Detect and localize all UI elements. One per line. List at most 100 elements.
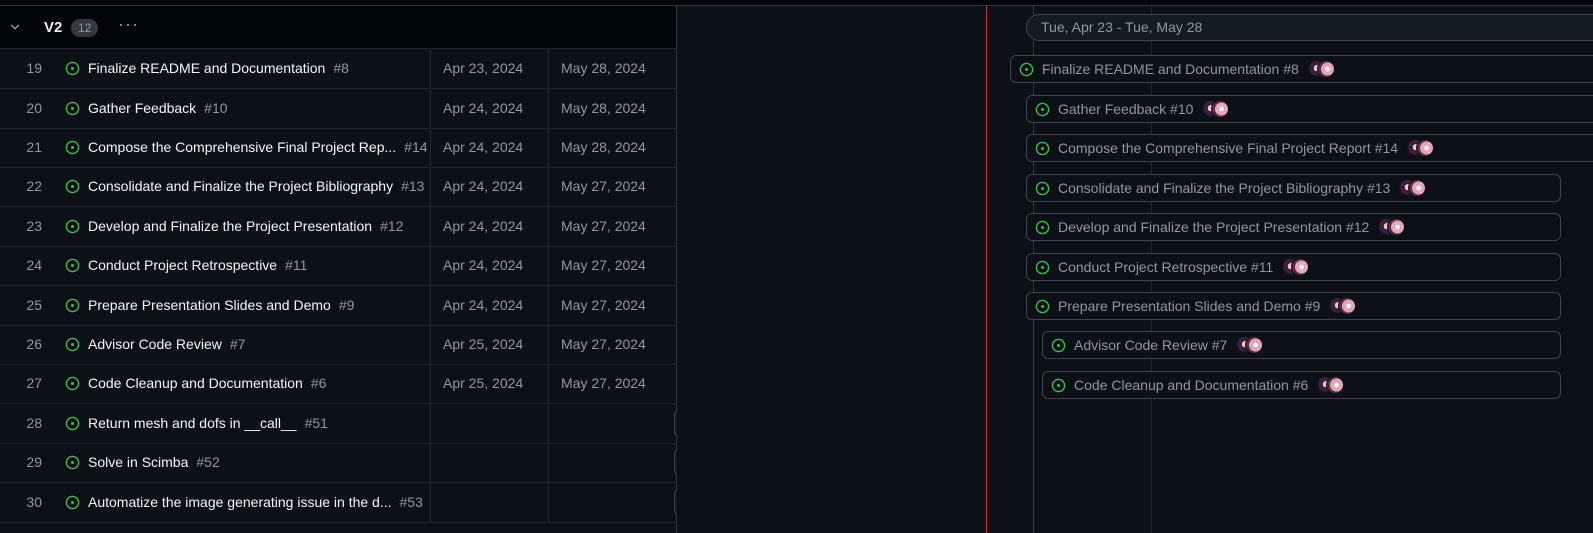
timeline-bar[interactable]: Conduct Project Retrospective #11 (1026, 253, 1561, 281)
table-row[interactable]: 24 Conduct Project Retrospective #11 Apr … (0, 246, 677, 286)
column-divider (548, 404, 549, 443)
chevron-down-icon[interactable] (8, 20, 22, 34)
more-options-icon[interactable]: ··· (118, 15, 140, 38)
end-date[interactable]: May 27, 2024 (561, 286, 646, 325)
avatar (1316, 60, 1335, 79)
open-issue-icon (1051, 338, 1066, 353)
timeline-bar[interactable]: Finalize README and Documentation #8 (1010, 55, 1593, 83)
end-date[interactable]: May 27, 2024 (561, 167, 646, 206)
open-issue-icon (65, 455, 80, 470)
table-row[interactable]: 27 Code Cleanup and Documentation #6 Apr … (0, 364, 677, 404)
assignee-avatars[interactable] (1281, 258, 1311, 277)
timeline-bar[interactable]: Prepare Presentation Slides and Demo #9 (1026, 292, 1561, 320)
issue-title-link[interactable]: Automatize the image generating issue in… (88, 483, 423, 522)
timeline-bar[interactable]: Advisor Code Review #7 (1042, 331, 1561, 359)
date-range-pill[interactable]: Tue, Apr 23 - Tue, May 28 (1026, 14, 1593, 41)
timeline-bar[interactable]: Code Cleanup and Documentation #6 (1042, 371, 1561, 399)
issue-number: #7 (229, 336, 246, 352)
issue-title: Code Cleanup and Documentation (88, 375, 303, 391)
issue-title: Conduct Project Retrospective (88, 257, 278, 273)
table-row[interactable]: 20 Gather Feedback #10 Apr 24, 2024 May 2… (0, 89, 677, 129)
issue-title-link[interactable]: Prepare Presentation Slides and Demo #9 (88, 286, 354, 325)
issue-title-link[interactable]: Develop and Finalize the Project Present… (88, 207, 403, 246)
end-date[interactable]: May 28, 2024 (561, 49, 646, 88)
end-date[interactable]: May 28, 2024 (561, 89, 646, 128)
open-issue-icon (65, 416, 80, 431)
start-date[interactable]: Apr 24, 2024 (443, 128, 523, 167)
column-divider (430, 443, 431, 482)
bar-title: Advisor Code Review #7 (1074, 337, 1228, 353)
issue-number: #11 (285, 257, 308, 273)
issue-title: Return mesh and dofs in __call__ (88, 415, 297, 431)
end-date[interactable]: May 27, 2024 (561, 364, 646, 403)
issue-title-link[interactable]: Gather Feedback #10 (88, 89, 228, 128)
end-date[interactable]: May 27, 2024 (561, 207, 646, 246)
row-index: 30 (26, 494, 42, 510)
row-index: 29 (26, 454, 42, 470)
start-date[interactable]: Apr 24, 2024 (443, 207, 523, 246)
table-row[interactable]: 28 Return mesh and dofs in __call__ #51 (0, 404, 677, 444)
end-date[interactable]: May 28, 2024 (561, 128, 646, 167)
issue-title-link[interactable]: Return mesh and dofs in __call__ #51 (88, 404, 328, 443)
row-index: 20 (26, 100, 42, 116)
open-issue-icon (65, 61, 80, 76)
table-row[interactable]: 29 Solve in Scimba #52 (0, 443, 677, 483)
issue-title-link[interactable]: Compose the Comprehensive Final Project … (88, 128, 428, 167)
issue-title-link[interactable]: Consolidate and Finalize the Project Bib… (88, 167, 424, 206)
open-issue-icon (1035, 299, 1050, 314)
table-row[interactable]: 23 Develop and Finalize the Project Pres… (0, 207, 677, 247)
issue-title-link[interactable]: Solve in Scimba #52 (88, 443, 220, 482)
issue-number: #12 (380, 218, 404, 234)
timeline-bar-label: Compose the Comprehensive Final Project … (1058, 135, 1436, 161)
timeline-bar[interactable]: Gather Feedback #10 (1026, 95, 1593, 123)
issue-title-link[interactable]: Conduct Project Retrospective #11 (88, 246, 307, 285)
assignee-avatars[interactable] (1316, 376, 1346, 395)
column-divider (548, 364, 549, 403)
issue-title: Solve in Scimba (88, 454, 189, 470)
table-row[interactable]: 21 Compose the Comprehensive Final Proje… (0, 128, 677, 168)
column-divider (548, 49, 549, 88)
table-row[interactable]: 25 Prepare Presentation Slides and Demo #… (0, 286, 677, 326)
issue-title-link[interactable]: Advisor Code Review #7 (88, 325, 245, 364)
start-date[interactable]: Apr 24, 2024 (443, 286, 523, 325)
assignee-avatars[interactable] (1398, 179, 1428, 198)
table-row[interactable]: 22 Consolidate and Finalize the Project … (0, 167, 677, 207)
start-date[interactable]: Apr 24, 2024 (443, 89, 523, 128)
issue-number: #9 (338, 297, 355, 313)
table-row[interactable]: 30 Automatize the image generating issue… (0, 483, 677, 523)
start-date[interactable]: Apr 23, 2024 (443, 49, 523, 88)
assignee-avatars[interactable] (1201, 100, 1231, 119)
group-count-badge: 12 (71, 19, 99, 37)
column-divider (430, 128, 431, 167)
start-date[interactable]: Apr 24, 2024 (443, 167, 523, 206)
column-divider (548, 286, 549, 325)
table-row[interactable]: 19 Finalize README and Documentation #8 A… (0, 49, 677, 89)
assignee-avatars[interactable] (1328, 297, 1358, 316)
column-divider (548, 483, 549, 522)
open-issue-icon (65, 495, 80, 510)
assignee-avatars[interactable] (1406, 139, 1436, 158)
issue-title-link[interactable]: Code Cleanup and Documentation #6 (88, 364, 326, 403)
start-date[interactable]: Apr 24, 2024 (443, 246, 523, 285)
column-divider (430, 325, 431, 364)
avatar (1245, 336, 1264, 355)
bar-title: Develop and Finalize the Project Present… (1058, 219, 1370, 235)
assignee-avatars[interactable] (1235, 336, 1265, 355)
end-date[interactable]: May 27, 2024 (561, 325, 646, 364)
assignee-avatars[interactable] (1377, 218, 1407, 237)
issue-title: Consolidate and Finalize the Project Bib… (88, 178, 394, 194)
bar-title: Gather Feedback #10 (1058, 101, 1194, 117)
issue-title-link[interactable]: Finalize README and Documentation #8 (88, 49, 349, 88)
timeline-bar[interactable]: Consolidate and Finalize the Project Bib… (1026, 174, 1561, 202)
open-issue-icon (65, 179, 80, 194)
open-issue-icon (65, 337, 80, 352)
timeline-bar[interactable]: Develop and Finalize the Project Present… (1026, 213, 1561, 241)
timeline-bar[interactable]: Compose the Comprehensive Final Project … (1026, 134, 1593, 162)
start-date[interactable]: Apr 25, 2024 (443, 325, 523, 364)
timeline-bar-label: Gather Feedback #10 (1058, 96, 1231, 122)
table-row[interactable]: 26 Advisor Code Review #7 Apr 25, 2024 Ma… (0, 325, 677, 365)
assignee-avatars[interactable] (1306, 60, 1337, 79)
end-date[interactable]: May 27, 2024 (561, 246, 646, 285)
avatar (1387, 218, 1406, 237)
start-date[interactable]: Apr 25, 2024 (443, 364, 523, 403)
